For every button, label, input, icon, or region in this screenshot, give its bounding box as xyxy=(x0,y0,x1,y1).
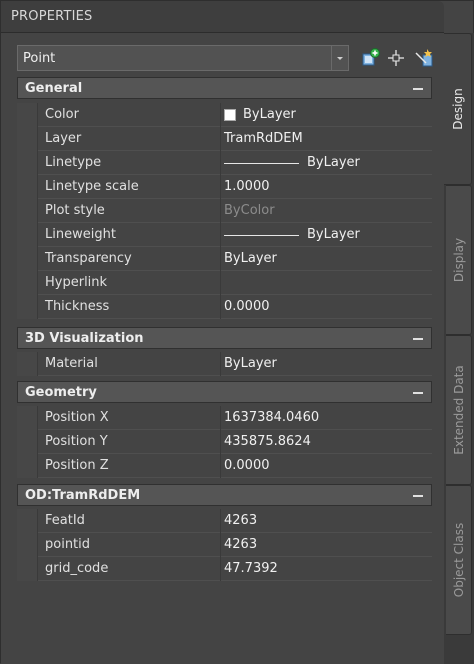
property-value[interactable]: 47.7392 xyxy=(222,557,432,581)
collapse-icon[interactable] xyxy=(413,392,423,394)
section-title: OD:TramRdDEM xyxy=(25,488,141,503)
object-type-value: Point xyxy=(23,51,56,66)
property-row-grid-code[interactable]: grid_code 47.7392 xyxy=(17,557,432,581)
property-row-position-z[interactable]: Position Z 0.0000 xyxy=(17,454,432,478)
tab-label: Design xyxy=(450,88,465,130)
property-value[interactable]: 1.0000 xyxy=(222,175,432,199)
lineweight-preview xyxy=(224,235,299,236)
property-value[interactable]: 1637384.0460 xyxy=(222,406,432,430)
section-title: 3D Visualization xyxy=(25,331,144,346)
property-row-linetype-scale[interactable]: Linetype scale 1.0000 xyxy=(17,175,432,199)
tab-design[interactable]: Design xyxy=(444,33,472,185)
property-name: Color xyxy=(37,103,221,127)
tab-display[interactable]: Display xyxy=(446,185,472,335)
section-od-header[interactable]: OD:TramRdDEM xyxy=(17,484,432,506)
property-row-transparency[interactable]: Transparency ByLayer xyxy=(17,247,432,271)
properties-main: Point General Color ByLayer Layer TramRd… xyxy=(1,33,444,664)
property-row-position-y[interactable]: Position Y 435875.8624 xyxy=(17,430,432,454)
property-row-pointid[interactable]: pointid 4263 xyxy=(17,533,432,557)
property-name: Plot style xyxy=(37,199,221,223)
section-title: Geometry xyxy=(25,385,97,400)
property-value: ByColor xyxy=(224,203,275,218)
property-name: FeatId xyxy=(37,509,221,533)
tab-extended-data[interactable]: Extended Data xyxy=(446,335,472,485)
properties-palette: PROPERTIES Point General Color ByLayer L… xyxy=(0,0,474,664)
property-value[interactable]: 435875.8624 xyxy=(222,430,432,454)
collapse-icon[interactable] xyxy=(413,495,423,497)
selection-row: Point xyxy=(17,45,437,73)
property-name: grid_code xyxy=(37,557,221,581)
quick-select-icon[interactable] xyxy=(413,47,435,69)
object-type-dropdown[interactable]: Point xyxy=(17,45,349,71)
property-value[interactable]: 0.0000 xyxy=(222,295,432,319)
section-geometry-header[interactable]: Geometry xyxy=(17,381,432,403)
palette-tab-strip: Design Display Extended Data Object Clas… xyxy=(444,33,474,664)
property-row-position-x[interactable]: Position X 1637384.0460 xyxy=(17,406,432,430)
section-general-header[interactable]: General xyxy=(17,77,432,99)
property-value[interactable]: ByLayer xyxy=(222,151,432,175)
collapse-icon[interactable] xyxy=(413,338,423,340)
tab-label: Object Class xyxy=(451,522,466,598)
collapse-icon[interactable] xyxy=(413,88,423,90)
property-value[interactable]: ByLayer xyxy=(222,103,432,127)
property-name: Transparency xyxy=(37,247,221,271)
palette-titlebar[interactable]: PROPERTIES xyxy=(1,1,444,33)
tab-label: Display xyxy=(451,237,466,283)
section-3d-visualization-header[interactable]: 3D Visualization xyxy=(17,327,432,349)
tab-object-class[interactable]: Object Class xyxy=(446,485,472,635)
property-value[interactable]: ByLayer xyxy=(222,247,432,271)
property-name: Linetype scale xyxy=(37,175,221,199)
property-row-hyperlink[interactable]: Hyperlink xyxy=(17,271,432,295)
pickadd-icon[interactable] xyxy=(385,47,407,69)
property-value[interactable]: 0.0000 xyxy=(222,454,432,478)
property-name: Position Z xyxy=(37,454,221,478)
property-value[interactable]: 4263 xyxy=(222,509,432,533)
property-row-color[interactable]: Color ByLayer xyxy=(17,103,432,127)
property-row-thickness[interactable]: Thickness 0.0000 xyxy=(17,295,432,319)
property-name: Hyperlink xyxy=(37,271,221,295)
chevron-down-icon[interactable] xyxy=(331,46,348,70)
linetype-preview xyxy=(224,163,299,164)
property-name: Position X xyxy=(37,406,221,430)
property-row-plot-style[interactable]: Plot style ByColor xyxy=(17,199,432,223)
property-row-material[interactable]: Material ByLayer xyxy=(17,352,432,376)
property-value[interactable]: TramRdDEM xyxy=(222,127,432,151)
property-value[interactable] xyxy=(222,271,432,295)
property-name: pointid xyxy=(37,533,221,557)
property-value[interactable]: ByLayer xyxy=(222,223,432,247)
section-title: General xyxy=(25,81,83,96)
property-row-lineweight[interactable]: Lineweight ByLayer xyxy=(17,223,432,247)
property-name: Layer xyxy=(37,127,221,151)
property-name: Thickness xyxy=(37,295,221,319)
property-name: Linetype xyxy=(37,151,221,175)
property-name: Position Y xyxy=(37,430,221,454)
property-row-layer[interactable]: Layer TramRdDEM xyxy=(17,127,432,151)
property-name: Material xyxy=(37,352,221,376)
property-row-featid[interactable]: FeatId 4263 xyxy=(17,509,432,533)
palette-title: PROPERTIES xyxy=(11,9,93,24)
color-swatch-icon xyxy=(224,109,236,121)
property-value[interactable]: 4263 xyxy=(222,533,432,557)
tab-label: Extended Data xyxy=(451,365,466,455)
property-value[interactable]: ByLayer xyxy=(222,352,432,376)
property-row-linetype[interactable]: Linetype ByLayer xyxy=(17,151,432,175)
select-objects-icon[interactable] xyxy=(359,47,381,69)
property-name: Lineweight xyxy=(37,223,221,247)
